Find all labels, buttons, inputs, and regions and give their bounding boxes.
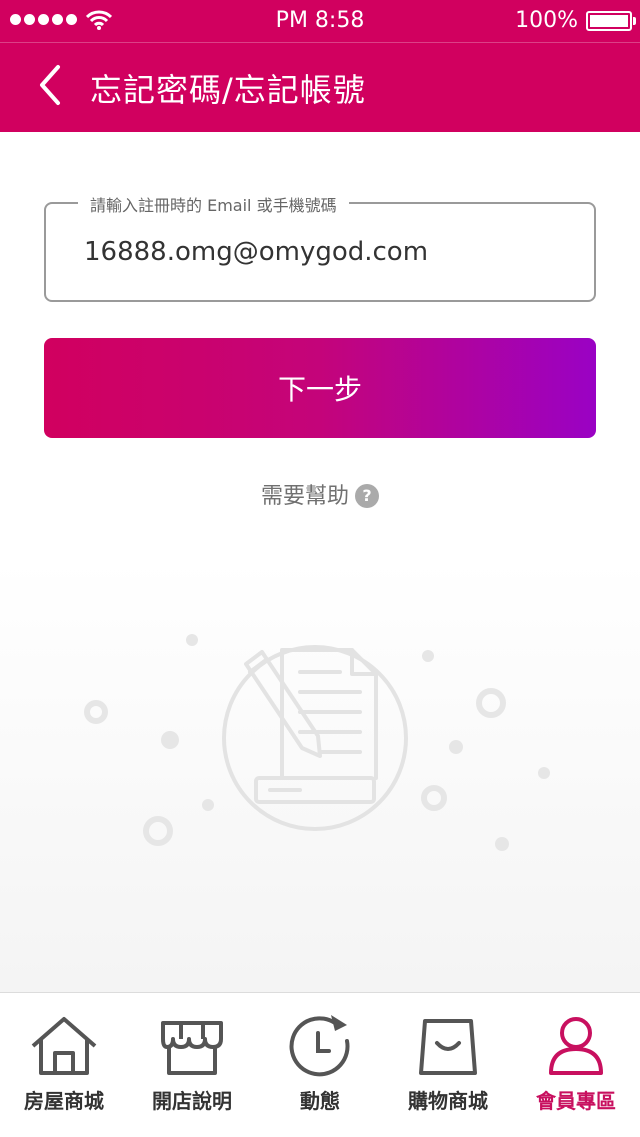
tab-label: 開店說明 (152, 1089, 232, 1113)
tab-label: 會員專區 (536, 1089, 616, 1113)
email-or-phone-input[interactable] (84, 230, 564, 274)
storefront-icon (161, 1021, 223, 1075)
tab-label: 動態 (300, 1089, 340, 1113)
field-label: 請輸入註冊時的 Email 或手機號碼 (78, 192, 349, 216)
question-mark-icon: ? (355, 484, 379, 508)
tab-updates[interactable]: 動態 (256, 993, 384, 1137)
help-link[interactable]: 需要幫助? (0, 478, 640, 510)
page-title: 忘記密碼/忘記帳號 (90, 71, 366, 109)
next-step-button[interactable]: 下一步 (44, 338, 596, 438)
house-icon (31, 1017, 97, 1075)
tab-house-mall[interactable]: 房屋商城 (0, 993, 128, 1137)
illustration-background (0, 560, 640, 992)
navigation-header: 忘記密碼/忘記帳號 (0, 42, 640, 132)
status-bar: PM 8:58 100% (0, 0, 640, 42)
back-chevron-icon[interactable] (30, 63, 70, 107)
battery-icon (586, 11, 632, 31)
account-input-field: 請輸入註冊時的 Email 或手機號碼 (44, 192, 596, 302)
tab-member-area[interactable]: 會員專區 (512, 993, 640, 1137)
tab-shopping-mall[interactable]: 購物商城 (384, 993, 512, 1137)
user-icon (549, 1017, 603, 1075)
battery-percentage: 100% (515, 8, 578, 33)
tab-label: 房屋商城 (24, 1089, 104, 1113)
tab-store-guide[interactable]: 開店說明 (128, 993, 256, 1137)
help-text: 需要幫助 (260, 484, 349, 509)
tab-label: 購物商城 (408, 1089, 488, 1113)
bottom-tab-bar: 房屋商城 開店說明 動態 購物商城 會員專區 (0, 992, 640, 1136)
shopping-bag-icon (419, 1019, 477, 1075)
document-edit-illustration (84, 634, 550, 851)
clock-refresh-icon (289, 1015, 350, 1077)
